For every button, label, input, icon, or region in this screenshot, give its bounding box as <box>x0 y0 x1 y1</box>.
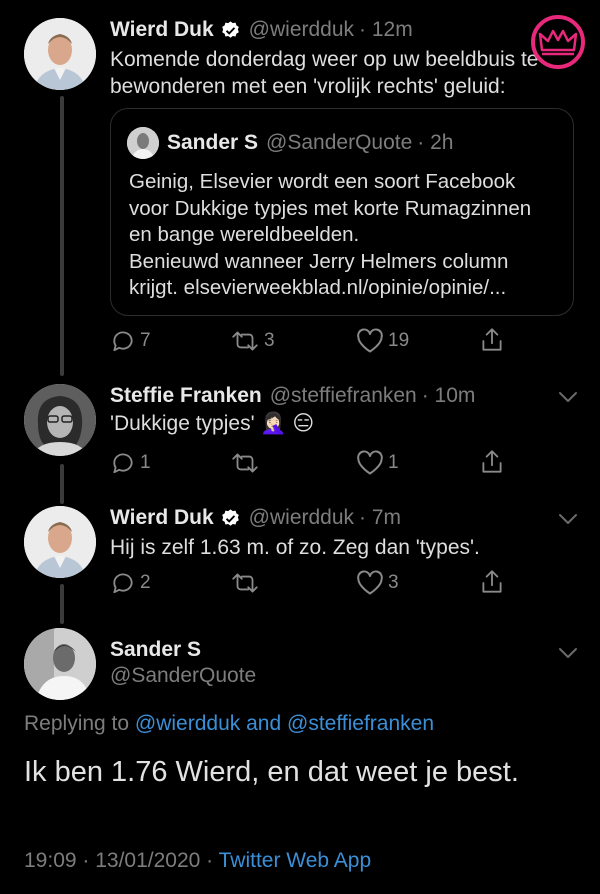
main-author-handle[interactable]: @SanderQuote <box>110 664 256 688</box>
tweet-time: · 10m <box>421 384 476 407</box>
replying-to: Replying to @wierdduk and @steffiefranke… <box>24 712 434 736</box>
author-handle[interactable]: @wierdduk <box>249 506 354 530</box>
replying-prefix: Replying to <box>24 712 130 735</box>
quote-text-line: en bange wereldbeelden. <box>129 223 360 246</box>
like-button[interactable]: 3 <box>356 570 399 596</box>
like-count: 3 <box>388 572 399 593</box>
quote-author-name: Sander S <box>167 131 259 154</box>
avatar[interactable] <box>24 506 96 578</box>
chevron-down-icon[interactable] <box>556 645 580 661</box>
quote-text-line: voor Dukkige typjes met korte Rumagzinne… <box>129 196 532 220</box>
avatar[interactable] <box>24 18 96 90</box>
reply-count: 2 <box>140 572 151 593</box>
retweet-button[interactable] <box>230 450 264 476</box>
tweet-time: · 7m <box>359 506 402 529</box>
author-handle[interactable]: @steffiefranken <box>270 384 417 408</box>
tweet-header: Wierd Duk @wierdduk · 7m <box>110 506 401 530</box>
like-icon <box>357 328 383 353</box>
tweet-text-line: Komende donderdag weer op uw beeldbuis t… <box>110 48 539 71</box>
reply-mention-and[interactable]: and <box>246 712 281 735</box>
avatar[interactable] <box>24 384 96 456</box>
avatar <box>127 127 159 159</box>
main-tweet-text: Ik ben 1.76 Wierd, en dat weet je best. <box>24 756 519 788</box>
like-count: 19 <box>388 330 410 351</box>
verified-icon <box>220 508 241 529</box>
quoted-tweet[interactable]: Sander S @SanderQuote · 2h Geinig, Elsev… <box>110 108 574 316</box>
reply-button[interactable]: 1 <box>110 450 151 476</box>
share-icon <box>482 450 502 473</box>
tweet-meta: 19:09 · 13/01/2020 · Twitter Web App <box>24 849 371 873</box>
reply-icon <box>113 331 133 352</box>
reply-mention-link[interactable]: @wierdduk <box>135 712 240 735</box>
author-name[interactable]: Steffie Franken <box>110 384 262 408</box>
reply-button[interactable]: 2 <box>110 570 151 596</box>
thread-line <box>60 584 64 624</box>
like-button[interactable]: 19 <box>356 328 409 354</box>
author-handle[interactable]: @wierdduk <box>249 18 354 42</box>
tweet-text: Komende donderdag weer op uw beeldbuis t… <box>110 46 538 100</box>
chevron-down-icon[interactable] <box>556 511 580 527</box>
share-button[interactable] <box>480 568 504 596</box>
retweet-count: 3 <box>264 330 275 351</box>
verified-icon <box>220 20 241 41</box>
thread-line <box>60 464 64 504</box>
reply-count: 1 <box>140 452 151 473</box>
author-name[interactable]: Wierd Duk <box>110 18 214 42</box>
share-icon <box>482 570 502 593</box>
author-name[interactable]: Wierd Duk <box>110 506 214 530</box>
reply-icon <box>113 573 133 594</box>
like-icon <box>357 570 383 595</box>
source-link[interactable]: Twitter Web App <box>219 849 372 872</box>
share-button[interactable] <box>480 448 504 476</box>
tweet-text-line: bewonderen met een 'vrolijk rechts' gelu… <box>110 75 506 98</box>
quote-text-line: Benieuwd wanneer Jerry Helmers column <box>129 249 509 273</box>
reply-button[interactable]: 7 <box>110 328 151 354</box>
like-icon <box>357 450 383 475</box>
retweet-icon <box>232 331 258 351</box>
thread-line <box>60 96 64 376</box>
tweet-header: Steffie Franken @steffiefranken · 10m <box>110 384 475 408</box>
tweet-time: · 12m <box>359 18 413 41</box>
quote-text: Geinig, Elsevier wordt een soort Faceboo… <box>129 169 531 302</box>
retweet-icon <box>232 453 258 473</box>
like-count: 1 <box>388 452 399 473</box>
quote-time: · 2h <box>417 131 454 154</box>
share-button[interactable] <box>480 326 504 354</box>
avatar[interactable] <box>24 628 96 700</box>
retweet-button[interactable]: 3 <box>230 328 275 354</box>
quote-text-line: krijgt. elsevierweekblad.nl/opinie/opini… <box>129 276 507 299</box>
crown-badge-icon <box>530 14 586 70</box>
tweet-text: Hij is zelf 1.63 m. of zo. Zeg dan 'type… <box>110 536 480 559</box>
quote-header: Sander S @SanderQuote · 2h <box>167 131 453 155</box>
timestamp: 19:09 · 13/01/2020 · <box>24 849 214 872</box>
reply-icon <box>113 453 133 474</box>
retweet-button[interactable] <box>230 570 264 596</box>
quote-author-handle: @SanderQuote <box>266 131 413 154</box>
chevron-down-icon[interactable] <box>556 389 580 405</box>
reply-mention-link[interactable]: @steffiefranken <box>287 712 434 735</box>
main-author-name[interactable]: Sander S <box>110 638 201 662</box>
tweet-header: Wierd Duk @wierdduk · 12m <box>110 18 413 42</box>
quote-text-line: Geinig, Elsevier wordt een soort Faceboo… <box>129 170 516 193</box>
reply-count: 7 <box>140 330 151 351</box>
like-button[interactable]: 1 <box>356 450 399 476</box>
retweet-icon <box>232 573 258 593</box>
share-icon <box>482 328 502 351</box>
tweet-text: 'Dukkige typjes' 🤦🏻‍♀️ 😑 <box>110 412 315 435</box>
